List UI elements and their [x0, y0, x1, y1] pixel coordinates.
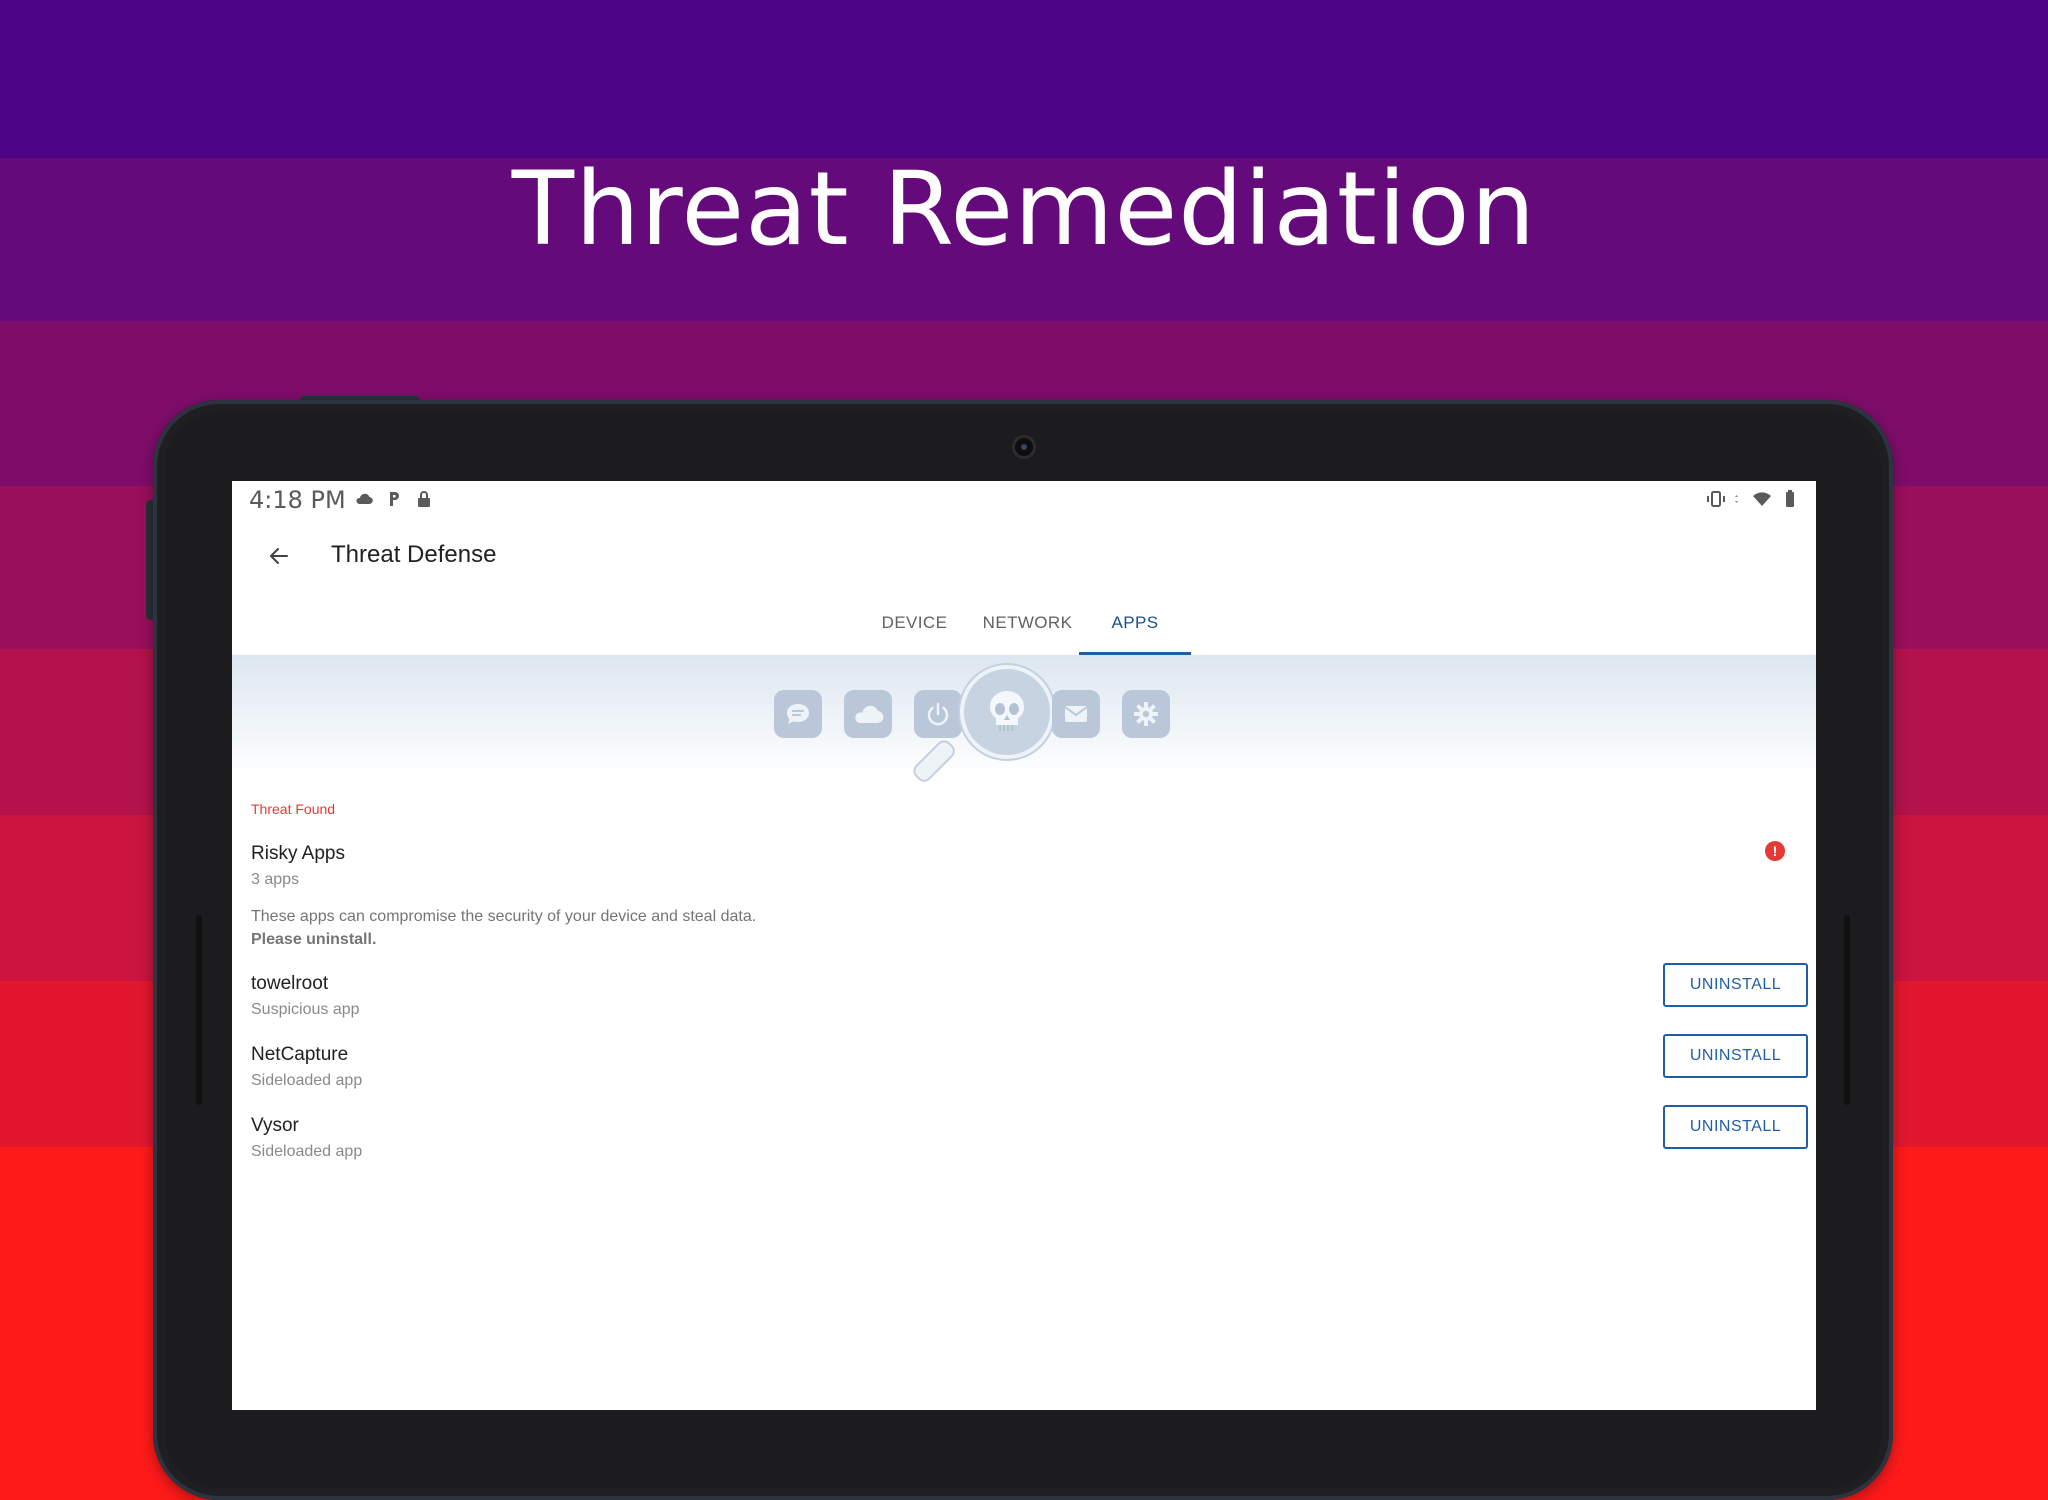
vibrate-icon — [1707, 491, 1725, 507]
app-type: Sideloaded app — [251, 1072, 363, 1089]
page-title: Threat Defense — [331, 541, 497, 568]
alert-icon: ! — [1765, 841, 1785, 861]
threat-illustration — [232, 657, 1816, 786]
gear-icon — [1122, 690, 1170, 738]
app-name: towelroot — [251, 973, 329, 994]
lock-icon — [418, 491, 430, 507]
list-item: Vysor Sideloaded app UNINSTALL — [232, 1105, 1816, 1185]
skull-magnifier-icon — [960, 665, 1054, 759]
list-item: towelroot Suspicious app UNINSTALL — [232, 963, 1816, 1043]
app-type: Sideloaded app — [251, 1143, 363, 1160]
risky-apps-count: 3 apps — [251, 871, 300, 888]
risky-apps-title: Risky Apps — [251, 843, 345, 864]
back-button[interactable] — [260, 537, 298, 575]
list-item: NetCapture Sideloaded app UNINSTALL — [232, 1034, 1816, 1114]
camera-icon — [1015, 438, 1033, 456]
uninstall-instruction: Please uninstall. — [251, 931, 377, 948]
uninstall-button[interactable]: UNINSTALL — [1663, 1105, 1808, 1149]
background-band — [0, 0, 2048, 158]
app-type: Suspicious app — [251, 1001, 360, 1018]
uninstall-button[interactable]: UNINSTALL — [1663, 963, 1808, 1007]
tab-device[interactable]: DEVICE — [867, 595, 962, 655]
cloud-icon — [356, 493, 373, 505]
status-time: 4:18 PM — [249, 486, 346, 514]
p-icon — [390, 492, 399, 506]
arrow-back-icon — [270, 548, 288, 564]
mail-icon — [1052, 690, 1100, 738]
threat-found-label: Threat Found — [251, 801, 336, 817]
threat-description: These apps can compromise the security o… — [251, 908, 757, 925]
status-bar: 4:18 PM — [232, 481, 1816, 517]
wifi-icon — [1753, 492, 1771, 506]
power-icon — [914, 690, 962, 738]
hero-title: Threat Remediation — [511, 150, 1537, 269]
tablet-screen: 4:18 PM Threat Defense DEVICE NETWORK AP… — [232, 481, 1816, 1410]
status-icons-left — [354, 489, 434, 509]
speaker-left — [196, 915, 202, 1105]
cloud-icon — [844, 690, 892, 738]
data-arrows-icon — [1735, 495, 1738, 503]
uninstall-button[interactable]: UNINSTALL — [1663, 1034, 1808, 1078]
battery-icon — [1786, 490, 1794, 507]
app-name: NetCapture — [251, 1044, 349, 1065]
chat-icon — [774, 690, 822, 738]
tab-apps[interactable]: APPS — [1079, 595, 1191, 655]
tab-bar: DEVICE NETWORK APPS — [232, 595, 1816, 657]
speaker-right — [1844, 915, 1850, 1105]
status-icons-right — [1706, 489, 1800, 509]
magnifier-handle — [910, 737, 959, 786]
tab-network[interactable]: NETWORK — [974, 595, 1081, 655]
app-name: Vysor — [251, 1115, 299, 1136]
app-bar: Threat Defense — [232, 517, 1816, 595]
